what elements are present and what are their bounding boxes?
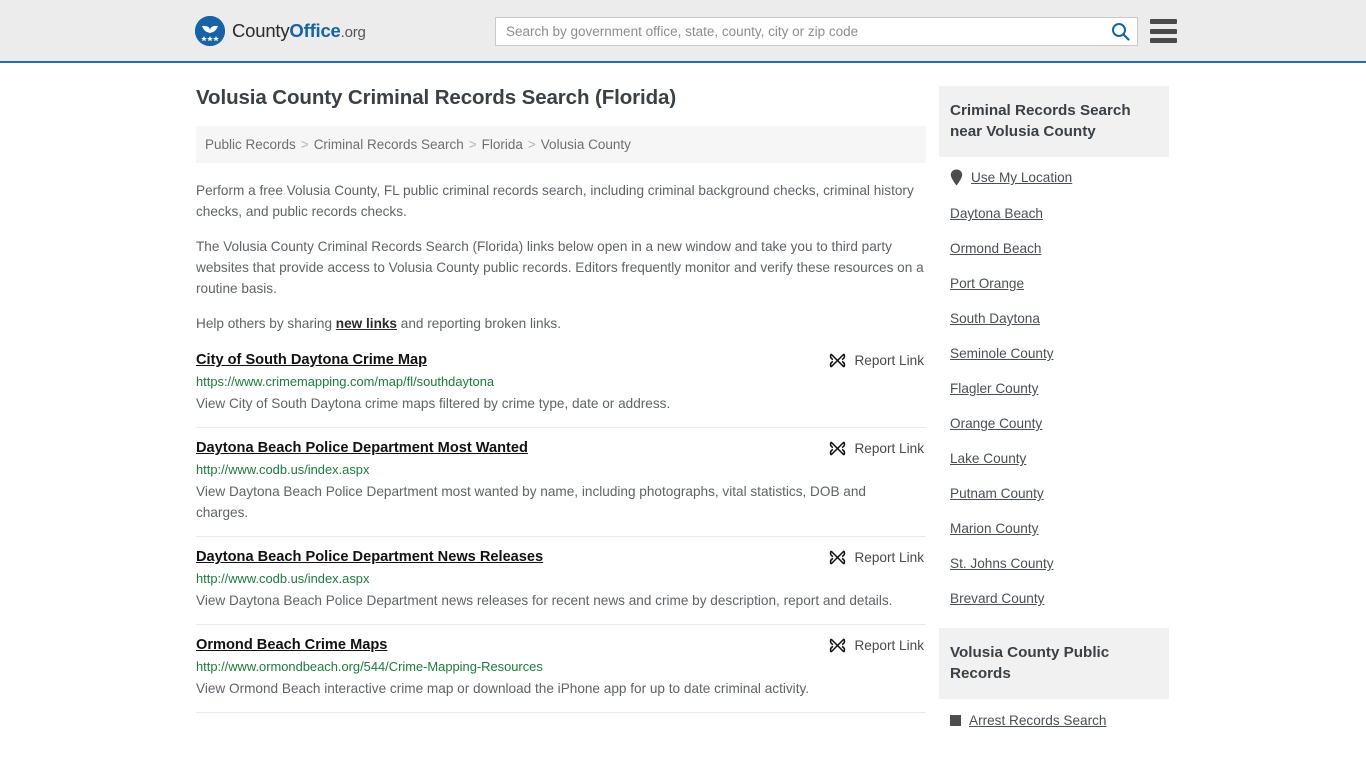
- help-prefix: Help others by sharing: [196, 316, 336, 331]
- search-input[interactable]: [496, 18, 1103, 45]
- breadcrumb-separator: >: [468, 137, 477, 152]
- use-my-location-link[interactable]: Use My Location: [971, 170, 1072, 185]
- result-item: City of South Daytona Crime Map https://…: [196, 348, 926, 427]
- hamburger-bar: [1150, 38, 1177, 43]
- result-title-link[interactable]: Ormond Beach Crime Maps: [196, 637, 387, 653]
- sidebar-item-lake-county[interactable]: Lake County: [950, 451, 1169, 466]
- sidebar-link[interactable]: Daytona Beach: [950, 206, 1043, 221]
- site-header: CountyOffice.org: [0, 0, 1366, 63]
- site-logo[interactable]: CountyOffice.org: [195, 15, 366, 46]
- result-item-divider: [196, 712, 926, 714]
- result-url: http://www.ormondbeach.org/544/Crime-Map…: [196, 659, 543, 674]
- sidebar-item-port-orange[interactable]: Port Orange: [950, 276, 1169, 291]
- report-link-label: Report Link: [854, 441, 924, 456]
- sidebar-link[interactable]: St. Johns County: [950, 556, 1054, 571]
- site-logo-text: CountyOffice.org: [232, 20, 366, 42]
- sidebar-link[interactable]: Marion County: [950, 521, 1038, 536]
- sidebar-item-seminole-county[interactable]: Seminole County: [950, 346, 1169, 361]
- report-link-label: Report Link: [854, 550, 924, 565]
- sidebar-link[interactable]: Ormond Beach: [950, 241, 1041, 256]
- sidebar-link[interactable]: Putnam County: [950, 486, 1044, 501]
- sidebar-link[interactable]: Orange County: [950, 416, 1042, 431]
- new-links-link[interactable]: new links: [336, 316, 397, 331]
- hamburger-bar: [1150, 28, 1177, 34]
- report-link-button[interactable]: Report Link: [829, 549, 924, 566]
- result-item: Ormond Beach Crime Maps http://www.ormon…: [196, 624, 926, 712]
- sidebar-item-putnam-county[interactable]: Putnam County: [950, 486, 1169, 501]
- report-link-label: Report Link: [854, 353, 924, 368]
- breadcrumb-item-florida[interactable]: Florida: [482, 137, 523, 152]
- broken-link-icon: [830, 441, 846, 456]
- broken-link-icon: [830, 638, 846, 653]
- result-url: https://www.crimemapping.com/map/fl/sout…: [196, 374, 495, 389]
- result-item: Daytona Beach Police Department Most Wan…: [196, 427, 926, 536]
- hamburger-bar: [1150, 19, 1177, 24]
- hamburger-menu-icon[interactable]: [1150, 19, 1177, 43]
- result-description: View City of South Daytona crime maps fi…: [196, 396, 671, 411]
- intro-section: Perform a free Volusia County, FL public…: [196, 180, 926, 334]
- intro-paragraph-2: The Volusia County Criminal Records Sear…: [196, 239, 924, 296]
- result-title-link[interactable]: Daytona Beach Police Department News Rel…: [196, 549, 543, 565]
- main-content: Volusia County Criminal Records Search (…: [196, 86, 926, 714]
- results-list: City of South Daytona Crime Map https://…: [196, 348, 926, 714]
- sidebar-item-daytona-beach[interactable]: Daytona Beach: [950, 206, 1169, 221]
- sidebar-public-records-list: Arrest Records Search: [939, 699, 1169, 728]
- sidebar-item-south-daytona[interactable]: South Daytona: [950, 311, 1169, 326]
- sidebar-nearby-list: Use My Location Daytona Beach Ormond Bea…: [939, 157, 1169, 606]
- help-suffix: and reporting broken links.: [397, 316, 561, 331]
- search-icon: [1111, 23, 1130, 41]
- page-title: Volusia County Criminal Records Search (…: [196, 86, 677, 109]
- sidebar-link[interactable]: Flagler County: [950, 381, 1038, 396]
- sidebar-item-marion-county[interactable]: Marion County: [950, 521, 1169, 536]
- breadcrumb-separator: >: [527, 137, 536, 152]
- brand-part-county: County: [232, 19, 290, 41]
- report-link-button[interactable]: Report Link: [829, 637, 924, 654]
- intro-help-paragraph: Help others by sharing new links and rep…: [196, 313, 926, 334]
- brand-part-org: .org: [340, 23, 366, 41]
- sidebar-item-flagler-county[interactable]: Flagler County: [950, 381, 1169, 396]
- sidebar-item-orange-county[interactable]: Orange County: [950, 416, 1169, 431]
- report-link-button[interactable]: Report Link: [829, 352, 924, 369]
- brand-part-office: Office: [289, 19, 341, 41]
- sidebar-item-ormond-beach[interactable]: Ormond Beach: [950, 241, 1169, 256]
- broken-link-icon: [830, 353, 846, 368]
- result-title-link[interactable]: Daytona Beach Police Department Most Wan…: [196, 440, 528, 456]
- result-description: View Daytona Beach Police Department mos…: [196, 484, 866, 520]
- sidebar-link[interactable]: Lake County: [950, 451, 1026, 466]
- sidebar-item-brevard-county[interactable]: Brevard County: [950, 591, 1169, 606]
- breadcrumb-separator: >: [300, 137, 309, 152]
- result-url: http://www.codb.us/index.aspx: [196, 462, 370, 477]
- result-description: View Ormond Beach interactive crime map …: [196, 681, 810, 696]
- intro-paragraph-1: Perform a free Volusia County, FL public…: [196, 183, 914, 219]
- square-bullet-icon: [950, 715, 961, 726]
- sidebar-item-arrest-records-search[interactable]: Arrest Records Search: [950, 713, 1169, 728]
- result-item: Daytona Beach Police Department News Rel…: [196, 536, 926, 624]
- result-url: http://www.codb.us/index.aspx: [196, 571, 370, 586]
- eagle-stars-logo-icon: [195, 15, 225, 46]
- broken-link-icon: [830, 550, 846, 565]
- sidebar-item-st-johns-county[interactable]: St. Johns County: [950, 556, 1169, 571]
- sidebar-nearby-heading: Criminal Records Search near Volusia Cou…: [939, 86, 1169, 157]
- report-link-label: Report Link: [854, 638, 924, 653]
- result-description: View Daytona Beach Police Department new…: [196, 593, 893, 608]
- sidebar-link[interactable]: Port Orange: [950, 276, 1024, 291]
- breadcrumb-item-volusia-county[interactable]: Volusia County: [541, 137, 631, 152]
- breadcrumb: Public Records > Criminal Records Search > F…: [196, 126, 926, 163]
- map-pin-icon: [950, 169, 963, 186]
- sidebar-link[interactable]: Arrest Records Search: [969, 713, 1107, 728]
- breadcrumb-item-criminal-records-search[interactable]: Criminal Records Search: [314, 137, 464, 152]
- result-title-link[interactable]: City of South Daytona Crime Map: [196, 352, 427, 368]
- report-link-button[interactable]: Report Link: [829, 440, 924, 457]
- breadcrumb-item-public-records[interactable]: Public Records: [205, 137, 296, 152]
- search-bar[interactable]: [495, 17, 1138, 46]
- search-button[interactable]: [1103, 18, 1137, 45]
- sidebar: Criminal Records Search near Volusia Cou…: [939, 86, 1169, 748]
- sidebar-link[interactable]: Brevard County: [950, 591, 1044, 606]
- sidebar-public-records-heading: Volusia County Public Records: [939, 628, 1169, 699]
- sidebar-link[interactable]: Seminole County: [950, 346, 1054, 361]
- sidebar-item-use-my-location[interactable]: Use My Location: [950, 169, 1169, 186]
- sidebar-link[interactable]: South Daytona: [950, 311, 1040, 326]
